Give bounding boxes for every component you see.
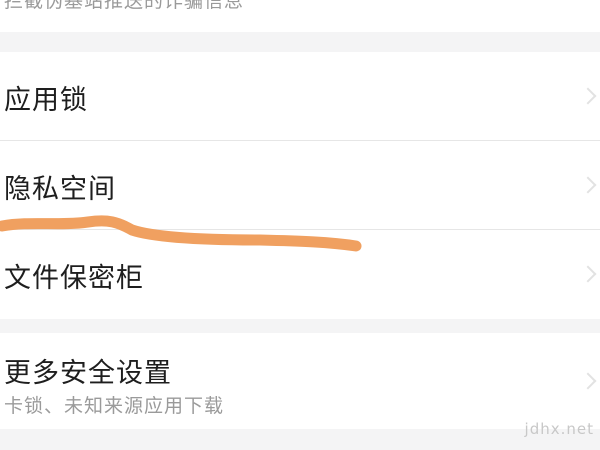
previous-setting-row[interactable]: 拦截伪基站推送的诈骗信息 <box>0 0 600 32</box>
private-space-label: 隐私空间 <box>4 174 116 205</box>
file-safe-label: 文件保密柜 <box>4 263 144 294</box>
more-security-settings-label: 更多安全设置 <box>4 358 172 389</box>
watermark: jdhx.net <box>524 420 594 438</box>
app-lock-label: 应用锁 <box>4 85 88 116</box>
more-security-group: 更多安全设置 卡锁、未知来源应用下载 <box>0 333 600 429</box>
app-lock-row[interactable]: 应用锁 <box>0 52 600 140</box>
private-space-row[interactable]: 隐私空间 <box>0 141 600 229</box>
privacy-settings-group: 应用锁 隐私空间 文件保密柜 <box>0 52 600 319</box>
more-security-settings-subtitle: 卡锁、未知来源应用下载 <box>4 395 225 417</box>
chevron-right-icon <box>579 372 597 390</box>
chevron-right-icon <box>579 87 597 105</box>
file-safe-row[interactable]: 文件保密柜 <box>0 230 600 319</box>
more-security-settings-row[interactable]: 更多安全设置 卡锁、未知来源应用下载 <box>0 333 600 429</box>
chevron-right-icon <box>579 176 597 194</box>
chevron-right-icon <box>579 265 597 283</box>
security-settings-screen: 拦截伪基站推送的诈骗信息 应用锁 隐私空间 文件保密柜 更多安全设置 卡锁、未知… <box>0 0 600 450</box>
previous-setting-description: 拦截伪基站推送的诈骗信息 <box>4 0 245 12</box>
